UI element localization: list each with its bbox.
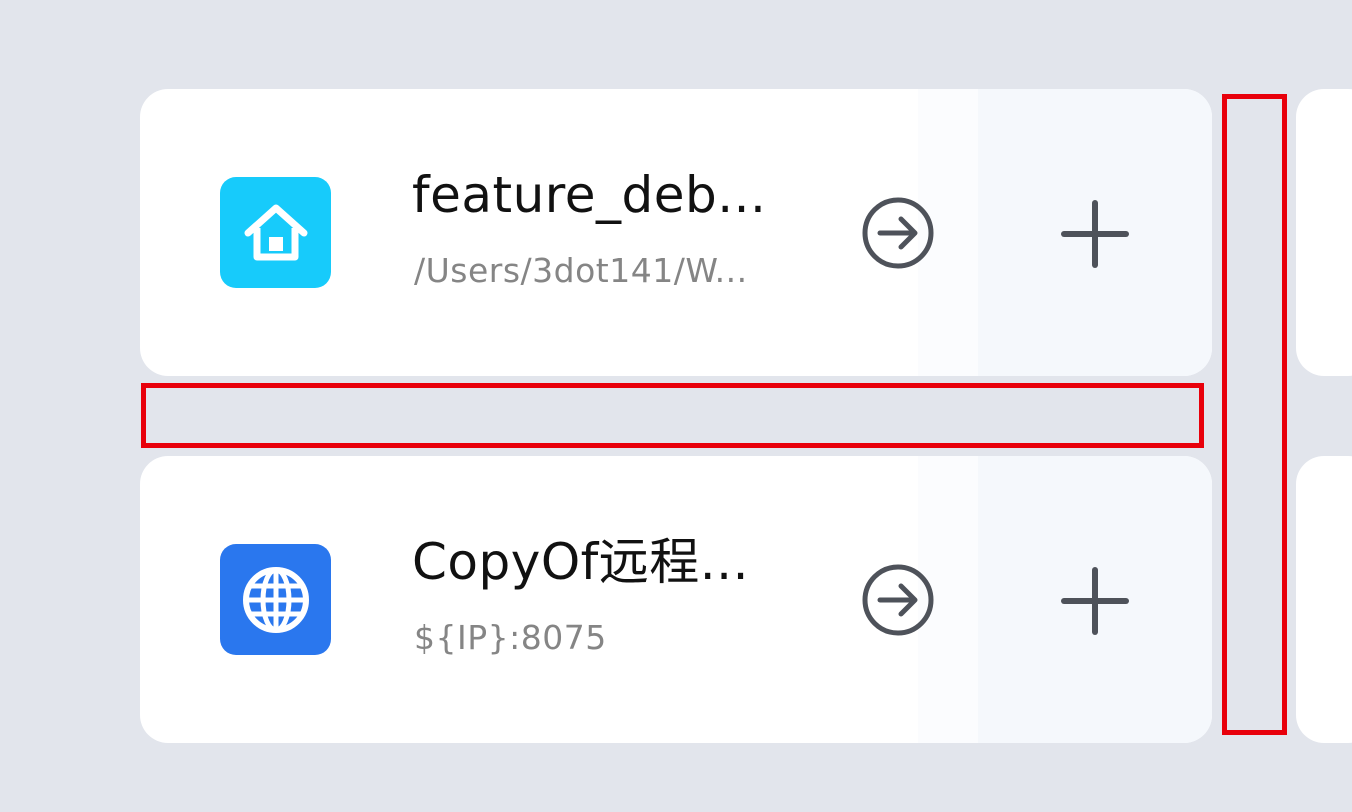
project-title: CopyOf远程...: [412, 533, 749, 591]
project-path: /Users/3dot141/W...: [414, 251, 748, 290]
arrow-right-circle-icon[interactable]: [860, 562, 936, 638]
globe-icon: [220, 544, 331, 655]
project-card-remote-copy[interactable]: CopyOf远程... ${IP}:8075: [140, 456, 1212, 743]
add-pane[interactable]: [918, 456, 1212, 743]
home-icon: [220, 177, 331, 288]
column-gap-highlight: [1222, 94, 1287, 735]
project-address: ${IP}:8075: [414, 618, 607, 657]
plus-icon[interactable]: [1060, 199, 1130, 269]
plus-icon[interactable]: [1060, 566, 1130, 636]
next-project-card[interactable]: [1296, 456, 1352, 743]
project-card-feature-debug[interactable]: feature_deb... /Users/3dot141/W...: [140, 89, 1212, 376]
row-gap-highlight: [141, 383, 1204, 448]
next-project-card[interactable]: [1296, 89, 1352, 376]
arrow-right-circle-icon[interactable]: [860, 195, 936, 271]
project-title: feature_deb...: [412, 166, 767, 224]
add-pane[interactable]: [918, 89, 1212, 376]
